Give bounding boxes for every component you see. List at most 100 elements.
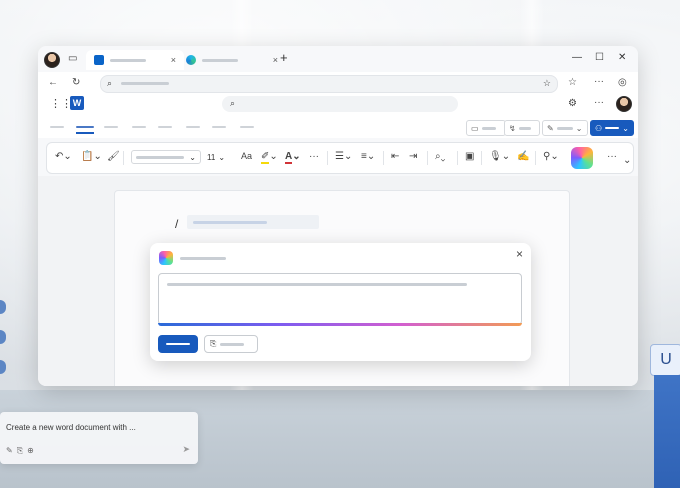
comments-button[interactable]: ▭ xyxy=(466,120,506,136)
divider xyxy=(123,151,124,165)
profile-avatar[interactable] xyxy=(44,52,60,68)
bullets-icon[interactable]: ☰⌄ xyxy=(335,151,352,162)
tab-title-placeholder xyxy=(110,58,146,62)
tab-title-placeholder xyxy=(202,58,238,62)
ribbon-tab-file[interactable] xyxy=(50,126,64,128)
app-launcher-icon[interactable]: ⋮⋮ xyxy=(50,97,72,110)
increase-indent-icon[interactable]: ⇥ xyxy=(409,151,417,162)
tools-icon[interactable]: ✎ xyxy=(6,446,17,455)
more-formatting-icon[interactable]: ··· xyxy=(309,151,319,162)
divider xyxy=(427,151,428,165)
slash-command: / xyxy=(175,217,179,231)
settings-icon[interactable]: ⚙ xyxy=(568,98,577,109)
tab-outlook[interactable]: × xyxy=(86,50,184,70)
hint-text-placeholder xyxy=(193,221,267,224)
find-icon[interactable]: ⌕⌄ xyxy=(435,151,445,162)
ribbon-tab-insert[interactable] xyxy=(104,126,118,128)
tab-bar: ▭ × × + — ☐ ✕ xyxy=(38,46,638,72)
label-placeholder xyxy=(220,342,245,346)
favorites-icon[interactable]: ☆ xyxy=(568,77,577,88)
edge-icon xyxy=(186,55,196,65)
divider xyxy=(457,151,458,165)
copilot-prompt-input[interactable] xyxy=(158,273,522,325)
paste-icon[interactable]: 📋⌄ xyxy=(81,151,102,162)
search-icon: ⌕ xyxy=(230,98,236,108)
highlight-icon[interactable]: ✐⌄ xyxy=(261,151,278,164)
copilot-icon xyxy=(159,251,173,265)
chevron-down-icon: ⌄ xyxy=(575,123,583,133)
align-icon[interactable]: ≡⌄ xyxy=(361,151,375,162)
placeholder-hint xyxy=(187,215,319,229)
close-icon[interactable]: × xyxy=(171,55,176,65)
new-tab-button[interactable]: + xyxy=(280,50,288,65)
copilot-sidebar-icon[interactable]: ◎ xyxy=(618,77,627,88)
home-toolbar: ↶⌄ 📋⌄ 🖌 ⌄ 11 ⌄ Aa ✐⌄ A⌄ ··· ☰⌄ ≡⌄ ⇤ ⇥ ⌕⌄ … xyxy=(46,142,634,174)
prompt-gradient-bar xyxy=(158,323,522,326)
chevron-down-icon: ⌄ xyxy=(218,152,226,162)
outlook-icon xyxy=(94,55,104,65)
word-logo: W xyxy=(70,96,84,110)
label-placeholder xyxy=(605,127,620,129)
refresh-icon[interactable]: ↻ xyxy=(72,77,80,88)
more-icon[interactable]: ··· xyxy=(594,76,604,87)
font-size-select[interactable]: 11 ⌄ xyxy=(203,150,233,164)
profile-avatar[interactable] xyxy=(616,96,632,112)
copilot-button[interactable] xyxy=(571,147,593,169)
dictate-icon[interactable]: 🎙⌄ xyxy=(489,151,510,162)
change-case-button[interactable]: Aa xyxy=(241,151,252,161)
catch-up-button[interactable]: ↯ xyxy=(504,120,540,136)
label-placeholder xyxy=(166,343,190,345)
add-icon[interactable]: ⊕ xyxy=(27,446,38,455)
minimize-icon[interactable]: — xyxy=(572,52,582,63)
tab-actions-icon[interactable]: ▭ xyxy=(68,53,77,64)
designer-icon[interactable]: ✍ xyxy=(517,151,529,162)
font-color-icon[interactable]: A⌄ xyxy=(285,151,301,164)
maximize-icon[interactable]: ☐ xyxy=(595,52,604,63)
attach-file-icon: ⎘ xyxy=(210,339,217,348)
share-button[interactable]: ⚇ ⌄ xyxy=(590,120,634,136)
decrease-indent-icon[interactable]: ⇤ xyxy=(391,151,399,162)
search-icon: ⌕ xyxy=(107,78,113,88)
undo-icon[interactable]: ↶⌄ xyxy=(55,151,72,162)
font-size-value: 11 xyxy=(207,152,216,162)
favorite-icon[interactable]: ☆ xyxy=(543,78,551,89)
sensitivity-icon[interactable]: ⚲⌄ xyxy=(543,151,559,162)
send-icon[interactable]: ➤ xyxy=(182,444,190,455)
prompt-text: Create a new word document with ... xyxy=(6,423,136,432)
reference-file-button[interactable]: ⎘ xyxy=(204,335,258,353)
chevron-down-icon: ⌄ xyxy=(622,123,629,133)
label-placeholder xyxy=(556,126,573,130)
label-placeholder xyxy=(518,126,531,130)
tab-edge[interactable]: × xyxy=(178,50,286,70)
more-icon[interactable]: ··· xyxy=(594,97,604,108)
copilot-dialog: × ⎘ xyxy=(150,243,531,361)
close-icon[interactable]: × xyxy=(516,247,523,261)
format-painter-icon[interactable]: 🖌 xyxy=(107,151,120,162)
ribbon-tab-help[interactable] xyxy=(240,126,254,128)
editor-icon[interactable]: ▣ xyxy=(465,151,474,162)
attach-icon[interactable]: ⎘ xyxy=(17,446,27,455)
font-family-select[interactable]: ⌄ xyxy=(131,150,201,164)
close-icon[interactable]: × xyxy=(273,55,278,65)
ribbon-tab-review[interactable] xyxy=(186,126,200,128)
catch-up-icon: ↯ xyxy=(509,123,516,133)
ribbon-tab-references[interactable] xyxy=(158,126,172,128)
back-icon[interactable]: ← xyxy=(48,77,58,88)
close-window-icon[interactable]: ✕ xyxy=(618,52,626,63)
generate-button[interactable] xyxy=(158,335,198,353)
chevron-down-icon[interactable]: ⌄ xyxy=(623,155,631,166)
key-column xyxy=(654,375,680,488)
editing-mode-button[interactable]: ✎ ⌄ xyxy=(542,120,588,136)
more-icon[interactable]: ··· xyxy=(607,151,617,162)
ribbon-tab-view[interactable] xyxy=(212,126,226,128)
ribbon-tab-home[interactable] xyxy=(76,126,94,128)
app-bar: ⋮⋮ W ⌕ ⚙ ··· xyxy=(38,94,638,114)
url-field[interactable]: ⌕ ☆ xyxy=(100,75,558,93)
active-tab-indicator xyxy=(76,132,94,134)
address-bar: ← ↻ ⌕ ☆ ☆ ··· ◎ xyxy=(38,72,638,94)
search-input[interactable]: ⌕ xyxy=(222,96,458,112)
prompt-text-placeholder xyxy=(167,283,467,286)
label-placeholder xyxy=(481,126,496,130)
ribbon-tab-layout[interactable] xyxy=(132,126,146,128)
url-placeholder xyxy=(121,82,169,85)
